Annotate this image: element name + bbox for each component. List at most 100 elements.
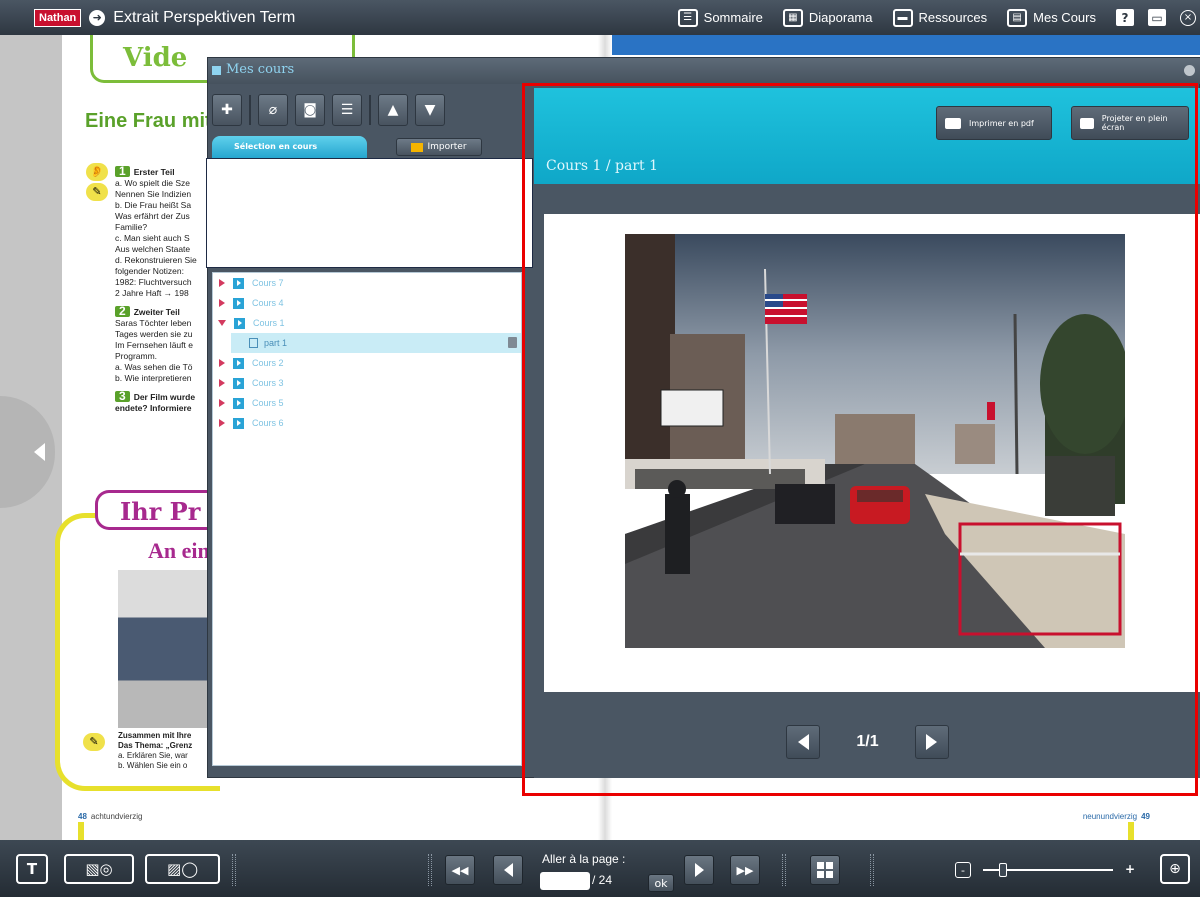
page-number-input[interactable] [540,872,590,890]
exercise-line: Programm. [115,351,158,361]
printer-icon [945,117,961,129]
zoom-handle[interactable] [998,863,1007,877]
project-line: b. Wählen Sie ein o [118,761,188,770]
zoom-slider[interactable]: - + [955,862,1140,878]
tab-selection-en-cours[interactable]: Sélection en cours [212,136,367,158]
expand-arrow-icon[interactable] [219,359,225,367]
exercise-line: Familie? [115,222,148,232]
panel-close-button[interactable] [1184,65,1195,76]
import-button[interactable]: Importer [396,138,482,156]
exercise-line: folgender Notizen: [115,266,184,276]
expand-arrow-icon[interactable] [219,279,225,287]
zoom-in-button[interactable]: + [1125,862,1135,876]
fullscreen-project-button[interactable]: Projeter en plein écran [1071,106,1189,140]
collapse-arrow-icon[interactable] [218,320,226,326]
settings-sliders-icon[interactable]: ☰ [332,94,362,126]
attach-icon[interactable]: ⌀ [258,94,288,126]
zoom-out-button[interactable]: - [955,862,971,878]
tree-item-part-1[interactable]: part 1 [231,333,521,353]
print-pdf-label: Imprimer en pdf [969,118,1034,128]
toolbar-separator [782,854,786,886]
exercise-line: 1982: Fluchtversuch [115,277,192,287]
tree-item-label: Cours 7 [252,278,284,288]
tree-item-label: Cours 2 [252,358,284,368]
previous-page-button[interactable] [493,855,523,885]
previous-slide-button[interactable] [786,725,821,759]
export-icon[interactable]: ▲ [378,94,408,126]
nav-mes-cours-button[interactable]: ▤ Mes Cours [1007,8,1096,27]
next-page-button[interactable] [684,855,714,885]
exercise-line: Im Fernsehen läuft e [115,340,193,350]
expand-arrow-icon[interactable] [219,299,225,307]
nav-sommaire-button[interactable]: ☰ Sommaire [677,8,763,27]
course-view-header: Imprimer en pdf Projeter en plein écran … [534,88,1200,184]
last-page-button[interactable]: ▶▶ [730,855,760,885]
app-title: Extrait Perspektiven Term [113,8,296,26]
thumbnail-grid-button[interactable] [810,855,840,885]
notebook-icon: ▤ [1007,8,1028,27]
course-view: Imprimer en pdf Projeter en plein écran … [534,88,1200,778]
checkpoint-photo [625,234,1125,648]
exercise-line: a. Was sehen die Tö [115,362,193,372]
help-button[interactable]: ? [1116,9,1134,26]
page-number-word: achtundvierzig [90,812,143,821]
tree-item-cours-7[interactable]: Cours 7 [213,273,521,293]
project-text: Zusammen mit Ihre Das Thema: „Grenz a. E… [118,731,210,771]
folder-icon [411,142,424,152]
tree-item-cours-6[interactable]: Cours 6 [213,413,521,433]
camera-icon[interactable]: ◙ [295,94,325,126]
expand-arrow-icon[interactable] [219,399,225,407]
exercise-number: 2 [115,305,130,317]
selection-preview-area [206,158,533,268]
tree-item-label: Cours 5 [252,398,284,408]
magnifier-icon[interactable]: ⊕ [1160,854,1190,884]
pen-icon: ✎ [86,183,108,201]
fullscreen-icon[interactable]: ▭ [1148,9,1166,26]
page-number-right: neunundvierzig 49 [1083,812,1150,821]
course-tree: Cours 7 Cours 4 Cours 1 part 1 Cours 2 C… [212,272,522,766]
text-tool-button[interactable]: T [16,854,48,884]
goto-page-label: Aller à la page : [542,852,626,866]
exercise-1: 1 Erster Teil a. Wo spielt die Sze Nennen… [115,165,215,299]
mask-tools-button[interactable]: ▨◯ [145,854,220,884]
exercise-line: b. Die Frau heißt Sa [115,200,192,210]
top-bar: Nathan ➜ Extrait Perspektiven Term ☰ Som… [0,0,1200,35]
next-slide-button[interactable] [914,725,949,759]
first-page-button[interactable]: ◀◀ [445,855,475,885]
project-title: Ihr Pr [95,490,215,530]
project-line: Zusammen mit Ihre [118,731,192,740]
folder-icon: ▬ [892,8,913,27]
slide-stage [544,214,1200,692]
toolbar-separator [428,854,432,886]
download-icon[interactable]: ▼ [415,94,445,126]
close-app-button[interactable]: × [1180,9,1196,26]
tree-item-cours-4[interactable]: Cours 4 [213,293,521,313]
add-course-button[interactable]: ✚ [212,94,242,126]
exercise-line: Nennen Sie Indizien [115,189,192,199]
tree-item-label: Cours 6 [252,418,284,428]
triangle-right-icon [926,734,938,750]
expand-arrow-icon[interactable] [219,379,225,387]
expand-arrow-icon[interactable] [219,419,225,427]
shape-tools-button[interactable]: ▧◎ [64,854,134,884]
slide-pager: 1/1 [534,722,1200,762]
arrow-right-icon[interactable]: ➜ [89,9,106,26]
pencil-icon: ✎ [83,733,105,751]
exercise-title: Erster Teil [133,167,175,177]
page-marker-right [1128,822,1134,840]
tree-item-cours-1[interactable]: Cours 1 [213,313,521,333]
tree-item-cours-2[interactable]: Cours 2 [213,353,521,373]
tree-item-cours-3[interactable]: Cours 3 [213,373,521,393]
triangle-left-icon [503,863,513,877]
right-page-header-strip [607,35,1200,55]
nav-diaporama-button[interactable]: ▦ Diaporama [782,8,873,27]
goto-ok-button[interactable]: ok [648,874,674,892]
exercise-line: Tages werden sie zu [115,329,193,339]
trash-icon[interactable] [508,337,517,348]
double-left-icon: ◀◀ [451,863,469,877]
print-pdf-button[interactable]: Imprimer en pdf [936,106,1052,140]
course-icon [233,397,244,409]
tree-item-cours-5[interactable]: Cours 5 [213,393,521,413]
nav-ressources-button[interactable]: ▬ Ressources [892,8,987,27]
triangle-right-icon [694,863,704,877]
